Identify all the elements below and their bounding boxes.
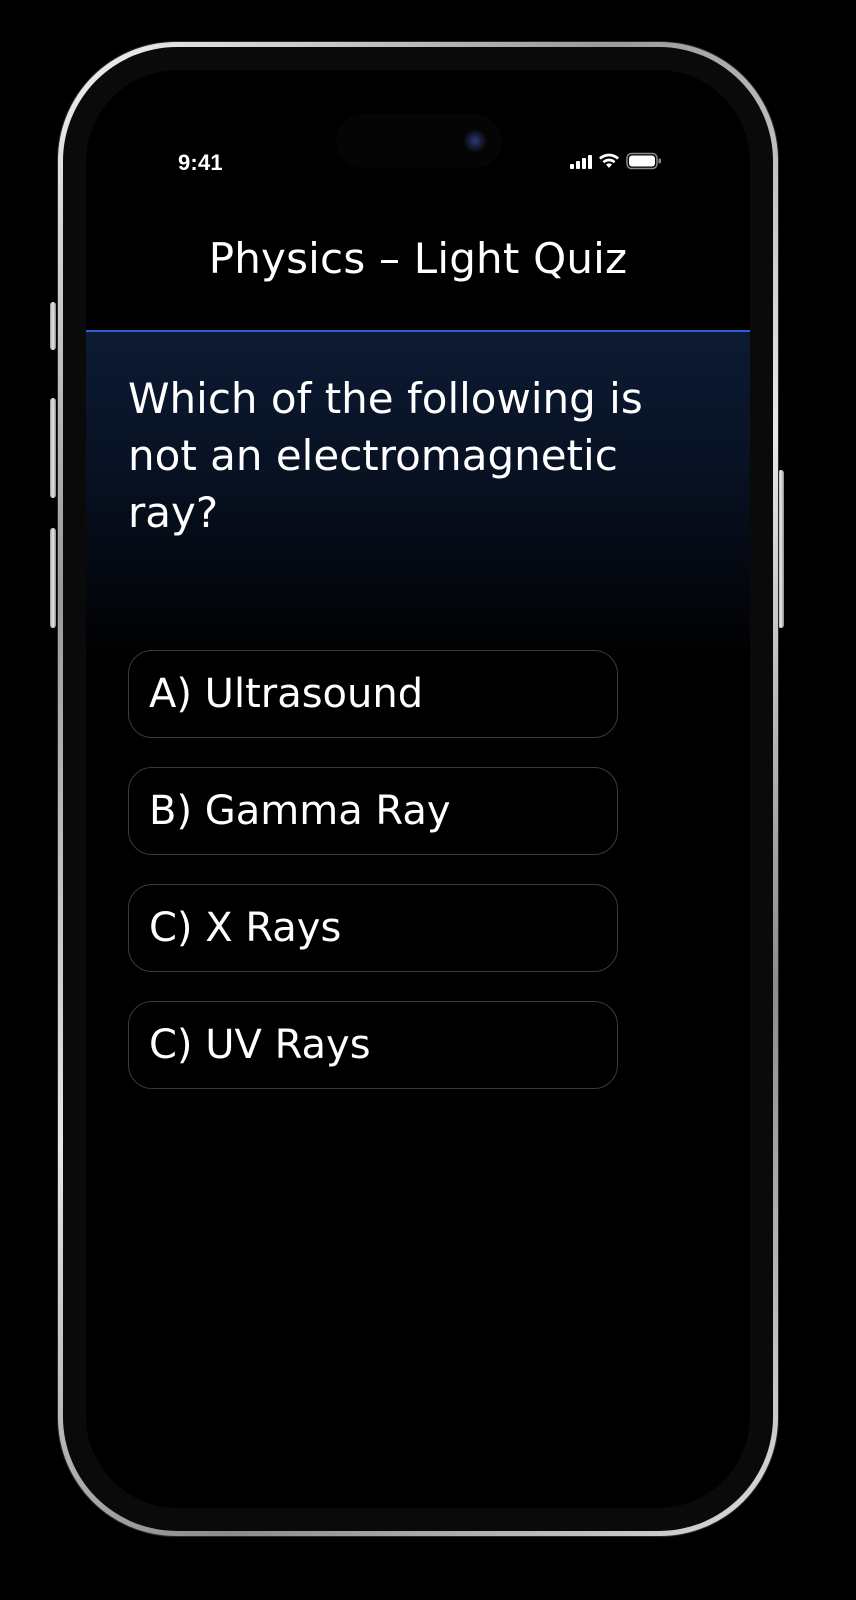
answer-options: A) Ultrasound B) Gamma Ray C) X Rays C) … <box>128 650 618 1118</box>
wifi-icon <box>599 153 619 168</box>
phone-frame: 9:41 Physics – Light Quiz Which of the f… <box>58 42 778 1536</box>
stage: 9:41 Physics – Light Quiz Which of the f… <box>0 0 856 1600</box>
option-b-button[interactable]: B) Gamma Ray <box>128 767 618 855</box>
volume-down-button <box>50 528 56 628</box>
page-title: Physics – Light Quiz <box>208 234 628 283</box>
option-a-button[interactable]: A) Ultrasound <box>128 650 618 738</box>
status-time: 9:41 <box>178 150 223 175</box>
dynamic-island <box>336 114 502 168</box>
signal-icon <box>570 153 592 169</box>
camera-icon <box>464 130 486 152</box>
battery-icon <box>626 152 661 170</box>
status-icons <box>570 152 662 170</box>
power-button <box>778 470 784 628</box>
silent-switch <box>50 302 56 350</box>
volume-up-button <box>50 398 56 498</box>
phone-screen: 9:41 Physics – Light Quiz Which of the f… <box>86 70 750 1508</box>
option-c-button[interactable]: C) X Rays <box>128 884 618 972</box>
option-d-button[interactable]: C) UV Rays <box>128 1001 618 1089</box>
question-text: Which of the following is not an electro… <box>128 374 643 537</box>
